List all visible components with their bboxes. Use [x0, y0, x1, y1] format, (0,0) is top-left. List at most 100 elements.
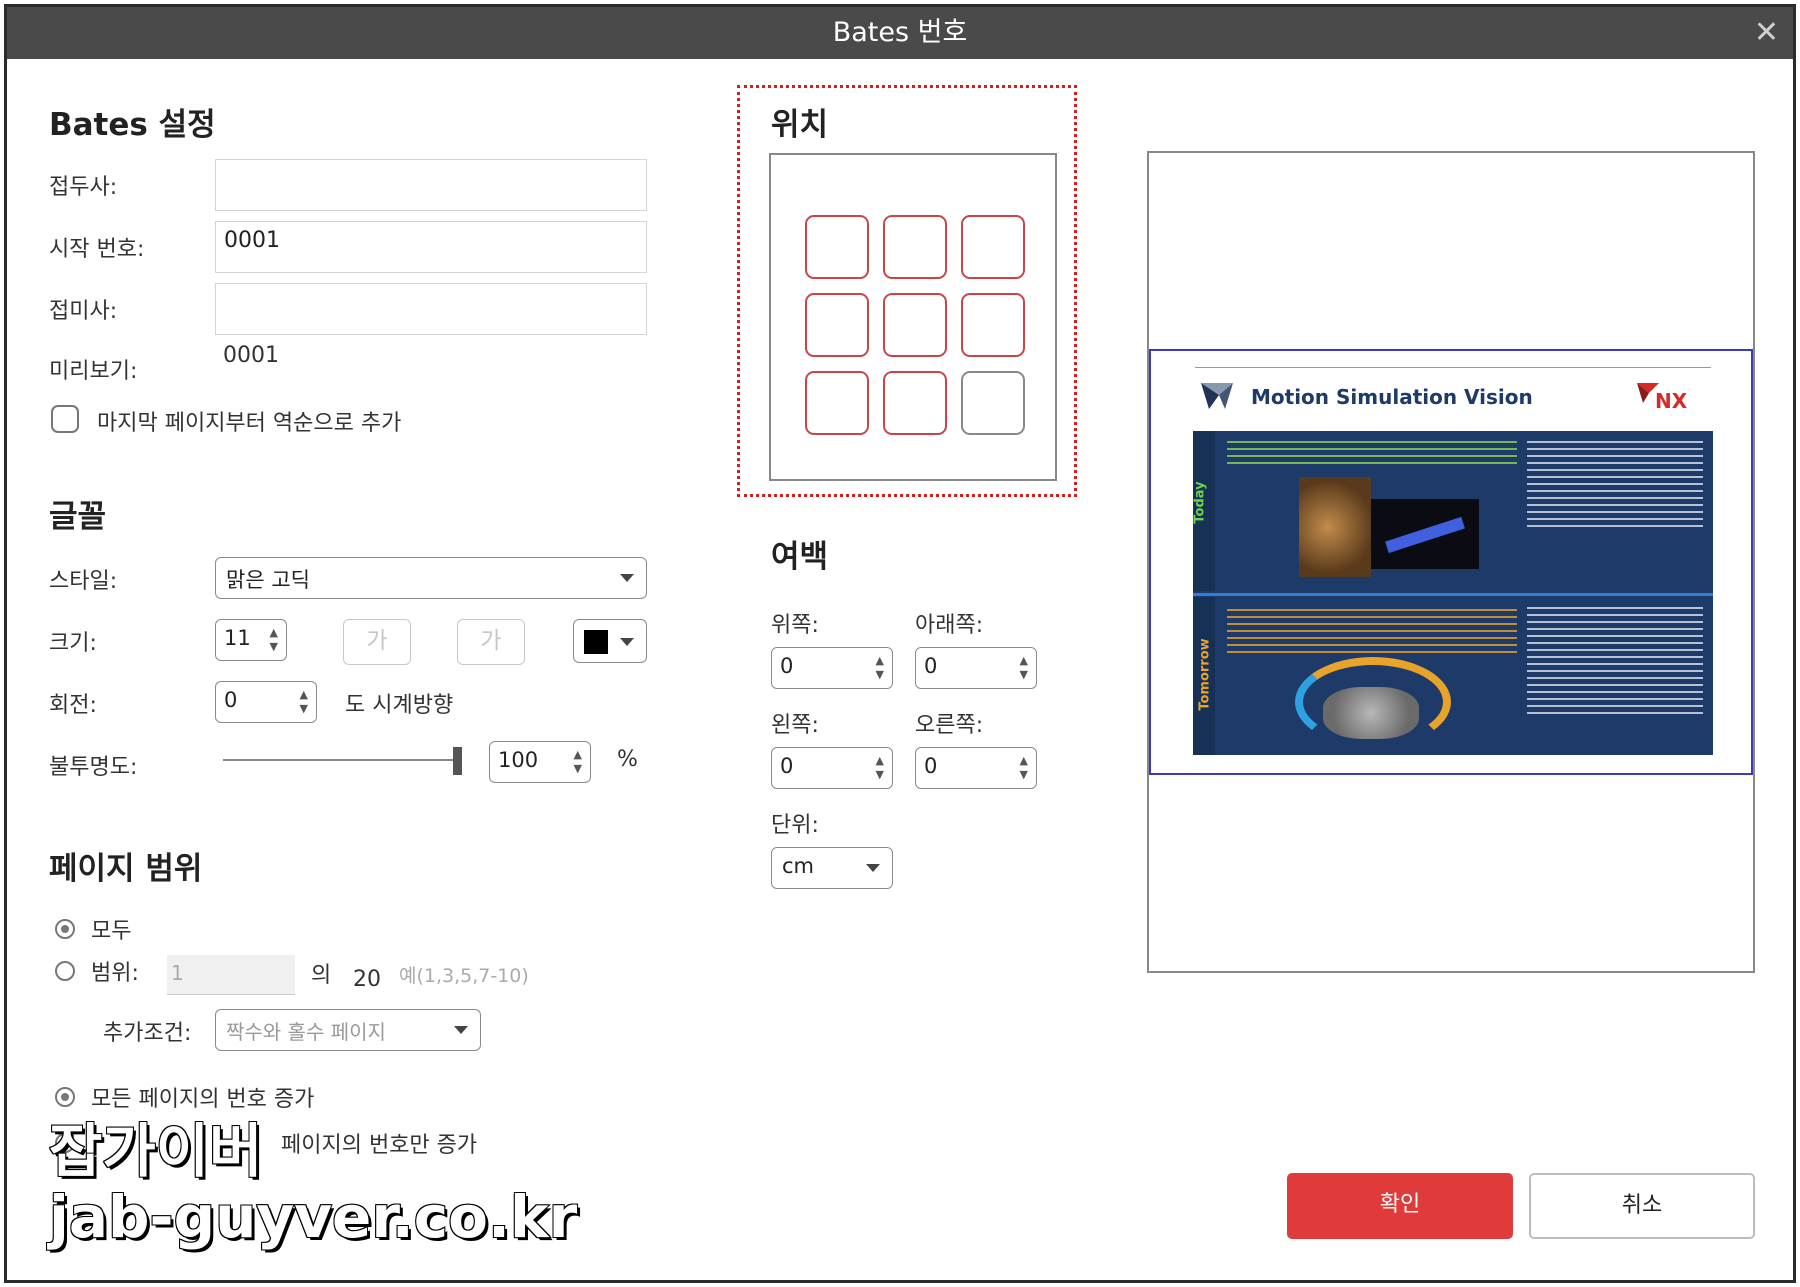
- font-color-picker[interactable]: [573, 619, 647, 663]
- reverse-order-checkbox[interactable]: [51, 405, 79, 433]
- rotation-unit-label: 도 시계방향: [345, 693, 454, 718]
- tomorrow-text-block: [1227, 609, 1517, 657]
- prefix-label: 접두사:: [49, 175, 118, 200]
- stepper-arrows-icon[interactable]: ▲ ▼: [876, 654, 884, 682]
- increment-all-label: 모든 페이지의 번호 증가: [91, 1087, 315, 1112]
- margin-right-label: 오른쪽:: [915, 713, 984, 738]
- slide-body: Today Tomorrow: [1193, 431, 1713, 755]
- range-of-label: 의: [311, 963, 332, 988]
- unit-label: 단위:: [771, 813, 819, 838]
- margin-section-title: 여백: [771, 539, 829, 575]
- tomorrow-label: Tomorrow: [1197, 638, 1213, 711]
- slide-preview: Motion Simulation Vision NX Today Tomorr…: [1149, 349, 1753, 775]
- rotation-stepper[interactable]: 0 ▲ ▼: [215, 681, 317, 723]
- unit-value: cm: [782, 854, 815, 878]
- opacity-slider-track[interactable]: [223, 759, 461, 761]
- margin-right-value: 0: [924, 754, 938, 778]
- increment-all-radio[interactable]: [55, 1087, 75, 1107]
- font-style-value: 맑은 고딕: [226, 568, 310, 592]
- increment-only-label: 페이지의 번호만 증가: [281, 1133, 478, 1158]
- opacity-slider-handle[interactable]: [453, 747, 462, 775]
- reverse-order-label: 마지막 페이지부터 역순으로 추가: [97, 411, 402, 436]
- page-preview: Motion Simulation Vision NX Today Tomorr…: [1147, 151, 1755, 973]
- page-range-section-title: 페이지 범위: [49, 851, 203, 887]
- margin-left-value: 0: [780, 754, 794, 778]
- preview-label: 미리보기:: [49, 359, 138, 384]
- position-top-center[interactable]: [883, 215, 947, 279]
- dialog-window: Bates 번호 ✕ Bates 설정 접두사: 시작 번호: 0001 접미사…: [4, 4, 1796, 1283]
- font-style-select[interactable]: 맑은 고딕: [215, 557, 647, 599]
- margin-bottom-label: 아래쪽:: [915, 613, 984, 638]
- margin-left-label: 왼쪽:: [771, 713, 819, 738]
- stepper-arrows-icon[interactable]: ▲ ▼: [1020, 754, 1028, 782]
- window-title: Bates 번호: [832, 17, 968, 48]
- siemens-logo-icon: [1201, 383, 1233, 409]
- cancel-button[interactable]: 취소: [1529, 1173, 1755, 1239]
- range-custom-label: 범위:: [91, 961, 139, 986]
- stepper-arrows-icon[interactable]: ▲ ▼: [1020, 654, 1028, 682]
- close-icon[interactable]: ✕: [1754, 7, 1779, 59]
- position-middle-left[interactable]: [805, 293, 869, 357]
- margin-top-stepper[interactable]: 0 ▲ ▼: [771, 647, 893, 689]
- range-custom-radio[interactable]: [55, 961, 75, 981]
- start-number-label: 시작 번호:: [49, 237, 145, 262]
- stepper-arrows-icon[interactable]: ▲ ▼: [300, 688, 308, 716]
- condition-label: 추가조건:: [103, 1021, 192, 1046]
- chevron-down-icon: [620, 574, 634, 582]
- simulation-image: [1371, 499, 1479, 569]
- range-all-label: 모두: [91, 919, 132, 944]
- margin-right-stepper[interactable]: 0 ▲ ▼: [915, 747, 1037, 789]
- margin-left-stepper[interactable]: 0 ▲ ▼: [771, 747, 893, 789]
- position-bottom-right[interactable]: [961, 371, 1025, 435]
- vehicle-image: [1323, 687, 1419, 739]
- nx-logo-icon: [1637, 383, 1659, 403]
- robot-arm-image: [1299, 477, 1371, 577]
- font-section-title: 글꼴: [49, 499, 107, 535]
- position-section-title: 위치: [771, 107, 829, 143]
- today-text-block: [1227, 441, 1517, 469]
- condition-select[interactable]: 짝수와 홀수 페이지: [215, 1009, 481, 1051]
- margin-bottom-stepper[interactable]: 0 ▲ ▼: [915, 647, 1037, 689]
- slide-rule: [1195, 367, 1711, 368]
- watermark-url: jab-guyver.co.kr: [48, 1183, 578, 1251]
- color-swatch: [584, 630, 608, 654]
- bold-button[interactable]: 가: [343, 619, 411, 665]
- range-example: 예(1,3,5,7-10): [399, 965, 529, 987]
- chevron-down-icon: [454, 1026, 468, 1034]
- rotation-label: 회전:: [49, 693, 97, 718]
- ok-button[interactable]: 확인: [1287, 1173, 1513, 1239]
- position-top-left[interactable]: [805, 215, 869, 279]
- italic-button[interactable]: 가: [457, 619, 525, 665]
- chevron-down-icon: [620, 638, 634, 646]
- stepper-arrows-icon[interactable]: ▲ ▼: [270, 626, 278, 654]
- today-label: Today: [1192, 481, 1208, 524]
- prefix-input[interactable]: [215, 159, 647, 211]
- suffix-input[interactable]: [215, 283, 647, 335]
- opacity-stepper[interactable]: 100 ▲ ▼: [489, 741, 591, 783]
- start-number-input[interactable]: 0001: [215, 221, 647, 273]
- slide-divider: [1193, 593, 1713, 596]
- chevron-down-icon: [866, 864, 880, 872]
- position-top-right[interactable]: [961, 215, 1025, 279]
- rotation-value: 0: [224, 688, 238, 712]
- preview-value: 0001: [223, 343, 279, 368]
- position-middle-right[interactable]: [961, 293, 1025, 357]
- position-bottom-left[interactable]: [805, 371, 869, 435]
- range-input[interactable]: 1: [167, 955, 295, 995]
- opacity-label: 불투명도:: [49, 755, 138, 780]
- stepper-arrows-icon[interactable]: ▲ ▼: [574, 748, 582, 776]
- stepper-arrows-icon[interactable]: ▲ ▼: [876, 754, 884, 782]
- size-label: 크기:: [49, 631, 97, 656]
- font-size-stepper[interactable]: 11 ▲ ▼: [215, 619, 287, 661]
- watermark-title: 잡가이버: [48, 1117, 263, 1185]
- condition-value: 짝수와 홀수 페이지: [226, 1020, 386, 1044]
- range-all-radio[interactable]: [55, 919, 75, 939]
- suffix-label: 접미사:: [49, 299, 118, 324]
- tomorrow-bullets: [1527, 607, 1703, 715]
- font-size-value: 11: [224, 626, 251, 650]
- bates-section-title: Bates 설정: [49, 107, 216, 143]
- unit-select[interactable]: cm: [771, 847, 893, 889]
- position-bottom-center[interactable]: [883, 371, 947, 435]
- opacity-value: 100: [498, 748, 539, 772]
- position-middle-center[interactable]: [883, 293, 947, 357]
